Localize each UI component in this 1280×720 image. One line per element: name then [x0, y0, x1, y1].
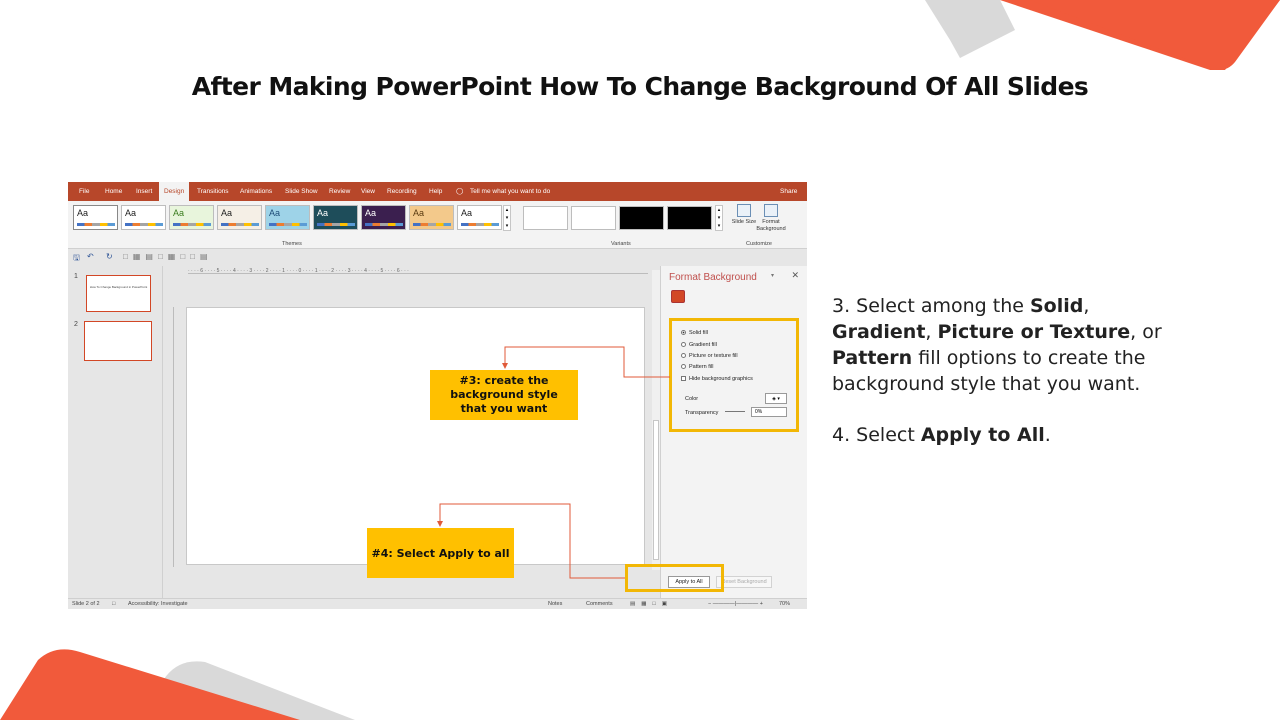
slide-counter: Slide 2 of 2	[72, 601, 100, 607]
fill-options-highlight	[669, 318, 799, 432]
theme-glyph: Aa	[365, 208, 377, 218]
tell-me-box[interactable]: Tell me what you want to do	[470, 182, 550, 201]
variant-thumbnail[interactable]	[571, 206, 616, 230]
theme-glyph: Aa	[413, 208, 425, 218]
theme-color-bars	[221, 223, 259, 226]
variant-thumbnail[interactable]	[523, 206, 568, 230]
reset-background-button[interactable]: Reset Background	[716, 576, 772, 588]
share-button[interactable]: Share	[780, 182, 797, 201]
tab-insert[interactable]: Insert	[136, 182, 152, 201]
variants-scroll[interactable]: ▴ ▾ ▾	[715, 205, 723, 231]
lightbulb-icon: ◯	[456, 188, 464, 195]
theme-glyph: Aa	[77, 208, 89, 218]
tab-file[interactable]: File	[79, 182, 89, 201]
variant-thumbnail[interactable]	[667, 206, 712, 230]
quick-access-toolbar: 🖫 ↶ ↻ □▦▤□▦□□▤	[68, 250, 807, 266]
tab-view[interactable]: View	[361, 182, 375, 201]
status-bar: Slide 2 of 2 □ Accessibility: Investigat…	[68, 598, 807, 609]
zoom-slider[interactable]: − ————|———— +	[708, 601, 763, 607]
tab-help[interactable]: Help	[429, 182, 442, 201]
tab-home[interactable]: Home	[105, 182, 122, 201]
tab-animations[interactable]: Animations	[240, 182, 272, 201]
variant-thumbnail[interactable]	[619, 206, 664, 230]
theme-thumbnail[interactable]: Aa	[361, 205, 406, 230]
format-background-button[interactable]: Format Background	[756, 204, 786, 232]
fill-bucket-icon[interactable]	[671, 290, 685, 303]
format-background-icon	[764, 204, 778, 217]
theme-thumbnail[interactable]: Aa	[457, 205, 502, 230]
thumb-number-2: 2	[74, 321, 78, 328]
step-3-instruction: 3. Select among the Solid, Gradient, Pic…	[832, 295, 1162, 395]
bottom-left-decoration	[0, 649, 355, 720]
theme-color-bars	[461, 223, 499, 226]
slide-size-icon	[737, 204, 751, 217]
powerpoint-screenshot: File Home Insert Design Transitions Anim…	[68, 182, 807, 609]
pane-title: Format Background	[669, 272, 757, 283]
theme-color-bars	[317, 223, 355, 226]
tab-design[interactable]: Design	[159, 182, 190, 201]
undo-icon[interactable]: ↶	[87, 252, 94, 261]
design-ribbon: Aa Aa Aa Aa Aa Aa Aa Aa Aa ▴ ▾ ▾ Themes ▴ ▾ ▾ Varian…	[68, 201, 807, 249]
accessibility-status[interactable]: Accessibility: Investigate	[128, 601, 188, 607]
theme-glyph: Aa	[125, 208, 137, 218]
notes-button[interactable]: Notes	[548, 601, 562, 607]
theme-color-bars	[365, 223, 403, 226]
apply-button-highlight	[625, 564, 724, 592]
theme-color-bars	[173, 223, 211, 226]
theme-glyph: Aa	[221, 208, 233, 218]
theme-thumbnail[interactable]: Aa	[217, 205, 262, 230]
theme-color-bars	[413, 223, 451, 226]
tab-review[interactable]: Review	[329, 182, 350, 201]
slide-size-button[interactable]: Slide Size	[729, 204, 759, 226]
step-4-instruction: 4. Select Apply to All.	[832, 424, 1051, 446]
toolbar-icons: □▦▤□▦□□▤	[123, 252, 213, 261]
slide-thumbnail-1[interactable]: How To Change Background in PowerPoint	[86, 275, 151, 312]
theme-color-bars	[77, 223, 115, 226]
save-icon[interactable]: 🖫	[73, 252, 80, 266]
thumb-1-text: How To Change Background in PowerPoint	[89, 285, 148, 289]
thumb-number-1: 1	[74, 273, 78, 280]
comments-button[interactable]: Comments	[586, 601, 613, 607]
instructions-text: 3. Select among the Solid, Gradient, Pic…	[832, 293, 1192, 473]
spellcheck-icon[interactable]: □	[112, 601, 115, 607]
vertical-scrollbar[interactable]	[652, 270, 660, 570]
step4-callout: #4: Select Apply to all	[367, 528, 514, 578]
theme-glyph: Aa	[269, 208, 281, 218]
theme-color-bars	[269, 223, 307, 226]
top-right-decoration	[925, 0, 1280, 70]
gallery-scroll[interactable]: ▴ ▾ ▾	[503, 205, 511, 231]
theme-thumbnail[interactable]: Aa	[409, 205, 454, 230]
vertical-ruler	[168, 307, 174, 567]
variants-group-label: Variants	[611, 241, 631, 247]
slide-canvas[interactable]	[186, 307, 645, 565]
format-background-pane: Format Background ▾ ✕ Solid fill Gradien…	[660, 266, 807, 598]
close-icon[interactable]: ✕	[791, 270, 799, 281]
theme-thumbnail[interactable]: Aa	[313, 205, 358, 230]
view-buttons[interactable]: ▤▦□▣	[630, 601, 673, 607]
tab-slide-show[interactable]: Slide Show	[285, 182, 318, 201]
theme-glyph: Aa	[173, 208, 185, 218]
slide-title: After Making PowerPoint How To Change Ba…	[191, 72, 1089, 101]
theme-thumbnail[interactable]: Aa	[265, 205, 310, 230]
zoom-level[interactable]: 70%	[779, 601, 790, 607]
tab-transitions[interactable]: Transitions	[197, 182, 229, 201]
slide-thumbnails-pane: 1 How To Change Background in PowerPoint…	[68, 266, 163, 598]
customize-group-label: Customize	[746, 241, 772, 247]
slide-thumbnail-2[interactable]	[84, 321, 152, 361]
pane-menu-icon[interactable]: ▾	[771, 272, 774, 279]
horizontal-ruler: · · · · 6 · · · · 5 · · · · 4 · · · · 3 …	[188, 268, 648, 274]
theme-glyph: Aa	[317, 208, 329, 218]
ribbon-tab-bar: File Home Insert Design Transitions Anim…	[68, 182, 807, 201]
step3-callout: #3: create the background style that you…	[430, 370, 578, 420]
themes-group-label: Themes	[282, 241, 302, 247]
scroll-thumb[interactable]	[653, 420, 659, 560]
theme-color-bars	[125, 223, 163, 226]
theme-thumbnail[interactable]: Aa	[169, 205, 214, 230]
theme-thumbnail[interactable]: Aa	[121, 205, 166, 230]
redo-icon[interactable]: ↻	[106, 252, 113, 261]
theme-glyph: Aa	[461, 208, 473, 218]
theme-thumbnail[interactable]: Aa	[73, 205, 118, 230]
tab-recording[interactable]: Recording	[387, 182, 417, 201]
